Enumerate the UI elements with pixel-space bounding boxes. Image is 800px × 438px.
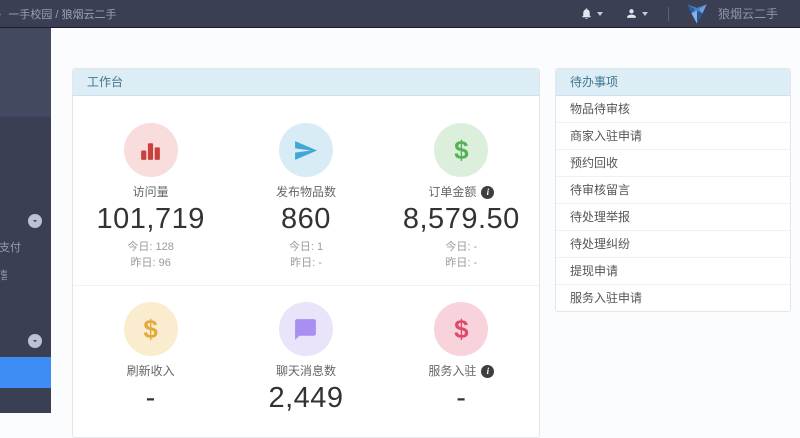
topbar-divider (668, 7, 669, 21)
stats-row-1: 访问量 101,719 今日: 128 昨日: 96 发布物品数 860 今日:… (73, 96, 539, 285)
stat-today: 今日: 128 (73, 239, 228, 255)
topbar: › 一手校园 / 狼烟云二手 狼烟云二手 (0, 0, 800, 28)
stat-label: 刷新收入 (127, 363, 175, 379)
todo-item[interactable]: 提现申请 (556, 257, 790, 284)
stat-yesterday: 昨日: - (384, 255, 539, 271)
stat-tile: $ 刷新收入 - (73, 302, 228, 418)
stat-label: 聊天消息数 (276, 363, 336, 379)
sidebar-toggle-icon[interactable]: › (0, 7, 1, 20)
todo-item[interactable]: 服务入驻申请 (556, 284, 790, 311)
breadcrumb-text[interactable]: 一手校园 / 狼烟云二手 (8, 6, 116, 22)
info-icon[interactable] (481, 186, 494, 199)
user-icon[interactable] (625, 7, 638, 20)
chevron-down-icon (642, 12, 648, 16)
todo-title: 待办事项 (556, 69, 790, 96)
todo-item[interactable]: 预约回收 (556, 149, 790, 176)
bar-chart-icon (124, 123, 178, 177)
brand[interactable]: 狼烟云二手 (685, 3, 778, 25)
todo-card: 待办事项 物品待审核商家入驻申请预约回收待审核留言待处理举报待处理纠纷提现申请服… (555, 68, 791, 312)
todo-item[interactable]: 待处理举报 (556, 203, 790, 230)
stat-value: - (73, 381, 228, 415)
stat-value: 860 (228, 202, 383, 236)
todo-item[interactable]: 待处理纠纷 (556, 230, 790, 257)
info-icon[interactable] (481, 365, 494, 378)
stat-today: 今日: - (384, 239, 539, 255)
stat-tile: $ 订单金额 8,579.50 今日: - 昨日: - (384, 123, 539, 271)
stat-today: 今日: 1 (228, 239, 383, 255)
breadcrumb[interactable]: › 一手校园 / 狼烟云二手 (8, 6, 117, 22)
stat-value: 101,719 (73, 202, 228, 236)
workbench-title: 工作台 (73, 69, 539, 96)
user-dropdown[interactable] (625, 7, 648, 20)
stat-tile: $ 服务入驻 - (384, 302, 539, 418)
notifications-dropdown[interactable] (580, 7, 603, 20)
brand-name: 狼烟云二手 (718, 5, 778, 22)
chevron-down-icon (597, 12, 603, 16)
sidebar-item-payment[interactable]: 支付 (0, 239, 23, 255)
stat-tile: 访问量 101,719 今日: 128 昨日: 96 (73, 123, 228, 271)
todo-list: 物品待审核商家入驻申请预约回收待审核留言待处理举报待处理纠纷提现申请服务入驻申请 (556, 96, 790, 311)
todo-item[interactable]: 待审核留言 (556, 176, 790, 203)
stat-value: - (384, 381, 539, 415)
collapse-chevron-icon[interactable] (28, 334, 42, 348)
stat-label: 订单金额 (428, 184, 476, 200)
stat-value: 2,449 (228, 381, 383, 415)
stat-value: 8,579.50 (384, 202, 539, 236)
stats-row-2: $ 刷新收入 - 聊天消息数 2,449 $ 服务入驻 - (73, 285, 539, 418)
stat-label: 发布物品数 (276, 184, 336, 200)
sidebar-active-item[interactable] (0, 357, 51, 388)
todo-item[interactable]: 物品待审核 (556, 96, 790, 122)
todo-item[interactable]: 商家入驻申请 (556, 122, 790, 149)
topbar-right: 狼烟云二手 (580, 3, 778, 25)
bell-icon[interactable] (580, 7, 593, 20)
stat-yesterday: 昨日: 96 (73, 255, 228, 271)
stat-label: 访问量 (133, 184, 169, 200)
stat-tile: 发布物品数 860 今日: 1 昨日: - (228, 123, 383, 271)
dollar-icon: $ (124, 302, 178, 356)
dollar-icon: $ (434, 123, 488, 177)
stat-tile: 聊天消息数 2,449 (228, 302, 383, 418)
chat-icon (279, 302, 333, 356)
workbench-card: 工作台 访问量 101,719 今日: 128 昨日: 96 发布物品数 860… (72, 68, 540, 438)
stat-label: 服务入驻 (428, 363, 476, 379)
dollar-icon: $ (434, 302, 488, 356)
wolf-logo-icon (685, 3, 709, 25)
paper-plane-icon (279, 123, 333, 177)
sidebar-item-partial[interactable]: 营 (0, 267, 7, 283)
sidebar: 支付 营 (0, 28, 51, 413)
stat-yesterday: 昨日: - (228, 255, 383, 271)
collapse-chevron-icon[interactable] (28, 214, 42, 228)
